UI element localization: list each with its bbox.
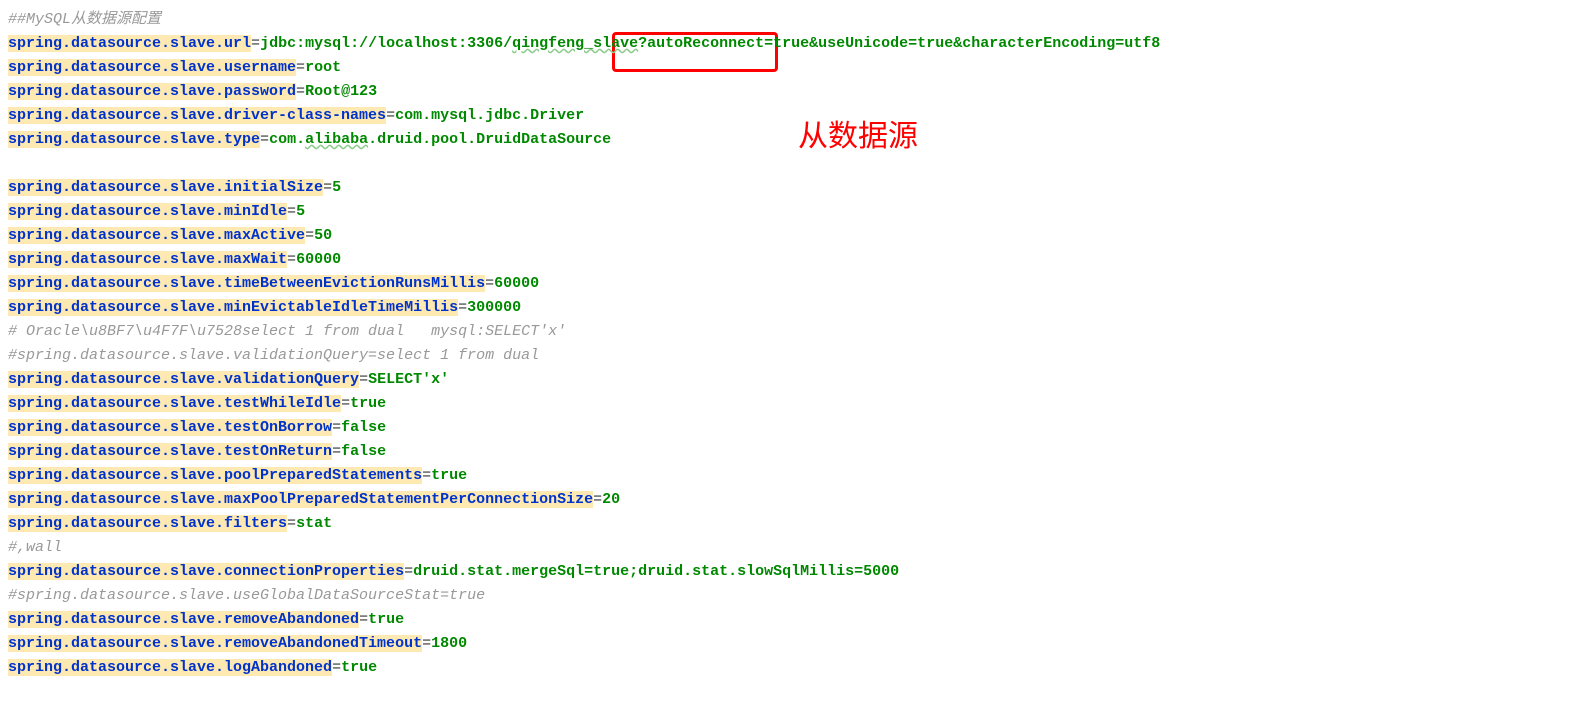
prop-key: spring.datasource.slave.initialSize [8,179,323,196]
prop-value: 5 [296,203,305,220]
prop-value: 5 [332,179,341,196]
code-line: spring.datasource.slave.password=Root@12… [8,80,1595,104]
code-line: spring.datasource.slave.testWhileIdle=tr… [8,392,1595,416]
prop-key: spring.datasource.slave.removeAbandoned [8,611,359,628]
prop-value: false [341,443,386,460]
comment-text: #spring.datasource.slave.validationQuery… [8,347,539,364]
comment-text: # Oracle\u8BF7\u4F7F\u7528select 1 from … [8,323,566,340]
code-line: #spring.datasource.slave.useGlobalDataSo… [8,584,1595,608]
prop-value: 60000 [296,251,341,268]
prop-key: spring.datasource.slave.type [8,131,260,148]
code-line: spring.datasource.slave.timeBetweenEvict… [8,272,1595,296]
prop-value: true [368,611,404,628]
comment-text: #spring.datasource.slave.useGlobalDataSo… [8,587,485,604]
code-line: spring.datasource.slave.removeAbandonedT… [8,632,1595,656]
prop-key: spring.datasource.slave.minEvictableIdle… [8,299,458,316]
prop-key: spring.datasource.slave.driver-class-nam… [8,107,386,124]
comment-text: #,wall [8,539,62,556]
prop-value: root [305,59,341,76]
code-line: spring.datasource.slave.driver-class-nam… [8,104,1595,128]
code-line: spring.datasource.slave.validationQuery=… [8,368,1595,392]
prop-key: spring.datasource.slave.timeBetweenEvict… [8,275,485,292]
prop-value: com.mysql.jdbc.Driver [395,107,584,124]
prop-key: spring.datasource.slave.username [8,59,296,76]
code-line: spring.datasource.slave.maxWait=60000 [8,248,1595,272]
prop-key: spring.datasource.slave.connectionProper… [8,563,404,580]
prop-value: 60000 [494,275,539,292]
code-line: #,wall [8,536,1595,560]
prop-value: 50 [314,227,332,244]
code-line: spring.datasource.slave.minIdle=5 [8,200,1595,224]
db-name: qingfeng_slave [512,35,638,52]
prop-value: false [341,419,386,436]
prop-key: spring.datasource.slave.maxWait [8,251,287,268]
code-line: spring.datasource.slave.type=com.alibaba… [8,128,1595,152]
code-block: 从数据源 ##MySQL从数据源配置spring.datasource.slav… [8,8,1595,680]
comment-text: ##MySQL从数据源配置 [8,11,161,28]
code-line: spring.datasource.slave.maxActive=50 [8,224,1595,248]
prop-value: jdbc:mysql://localhost:3306/ [260,35,512,52]
code-line: spring.datasource.slave.username=root [8,56,1595,80]
prop-value: ?autoReconnect=true&useUnicode=true&char… [638,35,1160,52]
code-line: spring.datasource.slave.testOnReturn=fal… [8,440,1595,464]
prop-value: 1800 [431,635,467,652]
prop-key: spring.datasource.slave.poolPreparedStat… [8,467,422,484]
prop-key: spring.datasource.slave.url [8,35,251,52]
code-line: spring.datasource.slave.poolPreparedStat… [8,464,1595,488]
prop-value: 20 [602,491,620,508]
code-line: #spring.datasource.slave.validationQuery… [8,344,1595,368]
code-line: spring.datasource.slave.removeAbandoned=… [8,608,1595,632]
prop-value: true [341,659,377,676]
prop-key: spring.datasource.slave.validationQuery [8,371,359,388]
code-line: spring.datasource.slave.initialSize=5 [8,176,1595,200]
code-line: ##MySQL从数据源配置 [8,8,1595,32]
prop-key: spring.datasource.slave.maxActive [8,227,305,244]
prop-key: spring.datasource.slave.minIdle [8,203,287,220]
code-line: spring.datasource.slave.minEvictableIdle… [8,296,1595,320]
code-line [8,152,1595,176]
prop-key: spring.datasource.slave.maxPoolPreparedS… [8,491,593,508]
prop-value: alibaba [305,131,368,148]
code-line: spring.datasource.slave.testOnBorrow=fal… [8,416,1595,440]
prop-value: druid.stat.mergeSql=true;druid.stat.slow… [413,563,899,580]
code-line: spring.datasource.slave.connectionProper… [8,560,1595,584]
code-line: spring.datasource.slave.url=jdbc:mysql:/… [8,32,1595,56]
prop-key: spring.datasource.slave.password [8,83,296,100]
prop-value: .druid.pool.DruidDataSource [368,131,611,148]
prop-value: true [431,467,467,484]
prop-key: spring.datasource.slave.filters [8,515,287,532]
prop-value: com. [269,131,305,148]
code-line: spring.datasource.slave.logAbandoned=tru… [8,656,1595,680]
code-line: spring.datasource.slave.filters=stat [8,512,1595,536]
prop-key: spring.datasource.slave.testOnBorrow [8,419,332,436]
prop-key: spring.datasource.slave.logAbandoned [8,659,332,676]
prop-key: spring.datasource.slave.testOnReturn [8,443,332,460]
prop-value: Root@123 [305,83,377,100]
code-line: spring.datasource.slave.maxPoolPreparedS… [8,488,1595,512]
prop-value: stat [296,515,332,532]
prop-value: 300000 [467,299,521,316]
prop-value: true [350,395,386,412]
prop-key: spring.datasource.slave.testWhileIdle [8,395,341,412]
prop-key: spring.datasource.slave.removeAbandonedT… [8,635,422,652]
code-line: # Oracle\u8BF7\u4F7F\u7528select 1 from … [8,320,1595,344]
prop-value: SELECT'x' [368,371,449,388]
